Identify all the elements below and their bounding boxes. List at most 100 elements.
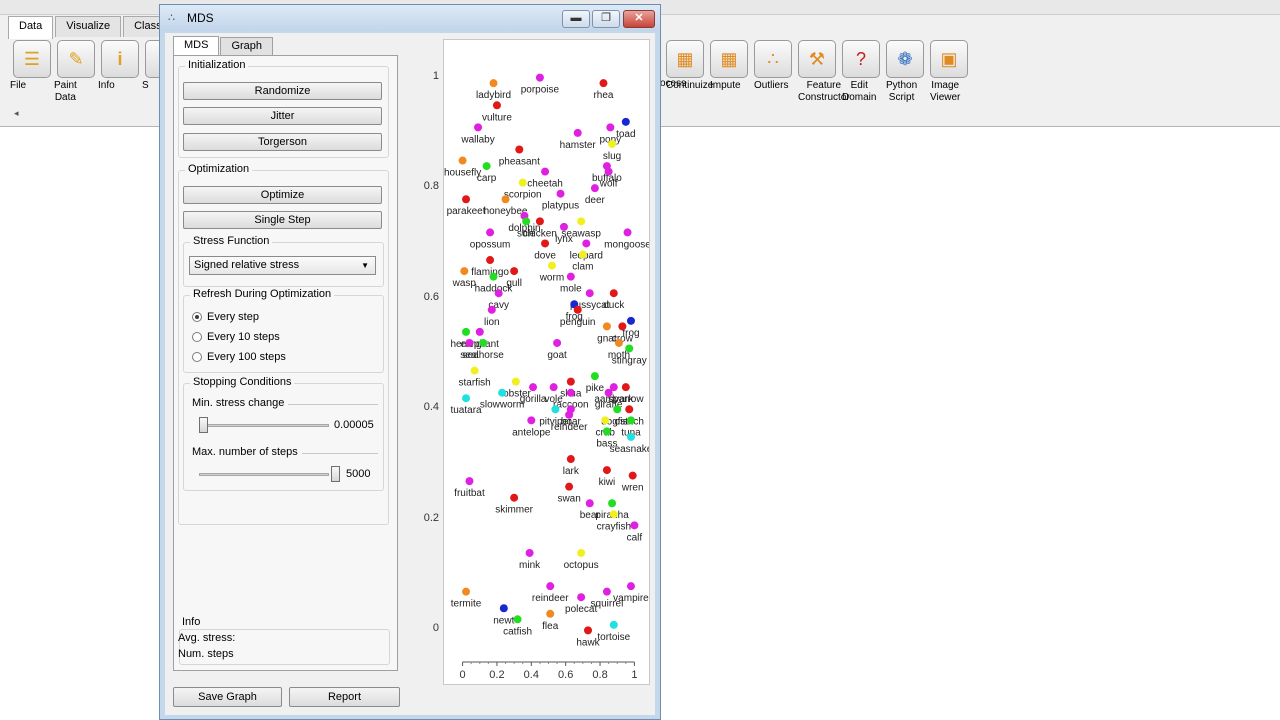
torgerson-button[interactable]: Torgerson	[183, 133, 382, 151]
data-point	[623, 228, 632, 237]
refresh-every-10-radio[interactable]: Every 10 steps	[192, 331, 280, 343]
widget-image-viewer[interactable]: ▣ Image Viewer	[930, 40, 968, 103]
continuize-icon: ▦	[666, 40, 704, 78]
point-label: cheetah	[527, 179, 563, 190]
tab-visualize[interactable]: Visualize	[55, 16, 122, 37]
data-point	[482, 162, 491, 171]
point-label: mole	[560, 284, 582, 295]
point-label: vulture	[482, 112, 512, 123]
data-point	[625, 405, 634, 414]
widget-impute[interactable]: ▦ Impute	[710, 40, 748, 91]
refresh-every-100-radio[interactable]: Every 100 steps	[192, 351, 286, 363]
stress-function-title: Stress Function	[190, 235, 273, 247]
widget-continuize[interactable]: ▦ Continuize	[666, 40, 713, 91]
data-point	[590, 184, 599, 193]
data-point	[585, 289, 594, 298]
data-point	[549, 383, 558, 392]
info-title: Info	[182, 616, 201, 628]
data-point	[458, 156, 467, 165]
point-label: clam	[572, 262, 593, 273]
data-point	[535, 73, 544, 82]
data-point	[573, 128, 582, 137]
maximize-button[interactable]: ❐	[592, 10, 620, 28]
randomize-button[interactable]: Randomize	[183, 82, 382, 100]
data-point	[487, 305, 496, 314]
data-point	[609, 289, 618, 298]
max-steps-slider-track[interactable]	[199, 473, 329, 476]
data-point	[551, 405, 560, 414]
point-label: crayfish	[597, 521, 631, 532]
data-point	[489, 272, 498, 281]
data-point	[494, 289, 503, 298]
widget-paint-data[interactable]: ✎ Paint Data	[54, 40, 98, 103]
point-label: toad	[616, 129, 635, 140]
stress-function-group: Stress Function Signed relative stress ▼	[183, 235, 384, 287]
save-graph-button[interactable]: Save Graph	[173, 687, 282, 707]
min-stress-slider-track[interactable]	[199, 424, 329, 427]
data-point	[578, 250, 587, 259]
report-button[interactable]: Report	[289, 687, 400, 707]
widget-file-label: File	[10, 80, 27, 91]
widget-python-script-label: Python Script	[886, 80, 918, 103]
point-label: reindeer	[532, 593, 569, 604]
close-button[interactable]: ✕	[623, 10, 655, 28]
data-point	[489, 79, 498, 88]
data-point	[462, 327, 471, 336]
max-steps-slider-handle[interactable]	[331, 466, 340, 482]
point-label: calf	[627, 532, 643, 543]
widget-feature-constructor[interactable]: ⚒ Feature Constructor	[798, 40, 850, 103]
data-point	[602, 427, 611, 436]
toolbar-scroll-left-icon[interactable]: ◂	[14, 108, 19, 119]
tab-mds[interactable]: MDS	[173, 36, 220, 56]
point-label: goat	[547, 350, 567, 361]
data-point	[625, 344, 634, 353]
min-stress-slider-handle[interactable]	[199, 417, 208, 433]
initialization-title: Initialization	[185, 59, 249, 71]
point-label: lynx	[555, 234, 573, 245]
data-point	[559, 222, 568, 231]
point-label: housefly	[444, 168, 481, 179]
mds-scatter-plot[interactable]: 0 0.2 0.4 0.6 0.8 1 ladybird porpoise rhea vultur…	[444, 40, 649, 684]
single-step-button[interactable]: Single Step	[183, 211, 382, 229]
mds-plot[interactable]: 0 0.2 0.4 0.6 0.8 1 ladybird porpoise rhea vultur…	[443, 39, 650, 685]
refresh-every-step-label: Every step	[207, 311, 259, 323]
data-point	[626, 432, 635, 441]
stress-function-select[interactable]: Signed relative stress ▼	[189, 256, 376, 275]
x-tick-label: 0.2	[489, 669, 504, 681]
data-point	[460, 267, 469, 276]
settings-tabs: MDS Graph	[173, 36, 274, 56]
data-point	[613, 405, 622, 414]
widget-impute-label: Impute	[710, 80, 741, 91]
point-label: haddock	[475, 284, 514, 295]
data-point	[511, 377, 520, 386]
info-box: Avg. stress: Num. steps	[178, 629, 390, 665]
tab-graph[interactable]: Graph	[220, 37, 274, 55]
data-point	[565, 410, 574, 419]
tab-data[interactable]: Data	[8, 16, 54, 39]
data-point	[541, 239, 550, 248]
widget-info-label: Info	[98, 80, 115, 91]
widget-info[interactable]: i Info	[98, 40, 142, 91]
chevron-down-icon: ▼	[361, 261, 369, 270]
refresh-every-step-radio[interactable]: Every step	[192, 311, 259, 323]
point-label: stingray	[612, 355, 647, 366]
widget-edit-domain[interactable]: ? Edit Domain	[842, 40, 880, 103]
minimize-button[interactable]: ▬	[562, 10, 590, 28]
stopping-conditions-title: Stopping Conditions	[190, 376, 295, 388]
feature-constructor-icon: ⚒	[798, 40, 836, 78]
widget-outliers[interactable]: ∴ Outliers	[754, 40, 792, 91]
title-bar[interactable]: ∴ MDS ▬ ❐ ✕	[160, 5, 660, 31]
point-label: mink	[519, 560, 541, 571]
data-point	[609, 620, 618, 629]
widget-file[interactable]: ☰ File	[10, 40, 54, 91]
data-point	[602, 322, 611, 331]
optimize-button[interactable]: Optimize	[183, 186, 382, 204]
widget-python-script[interactable]: ❁ Python Script	[886, 40, 924, 103]
data-point	[608, 139, 617, 148]
widget-outliers-label: Outliers	[754, 80, 789, 91]
data-point	[462, 394, 471, 403]
data-point	[577, 593, 586, 602]
data-point	[599, 79, 608, 88]
widget-edit-domain-label: Edit Domain	[842, 80, 877, 103]
jitter-button[interactable]: Jitter	[183, 107, 382, 125]
